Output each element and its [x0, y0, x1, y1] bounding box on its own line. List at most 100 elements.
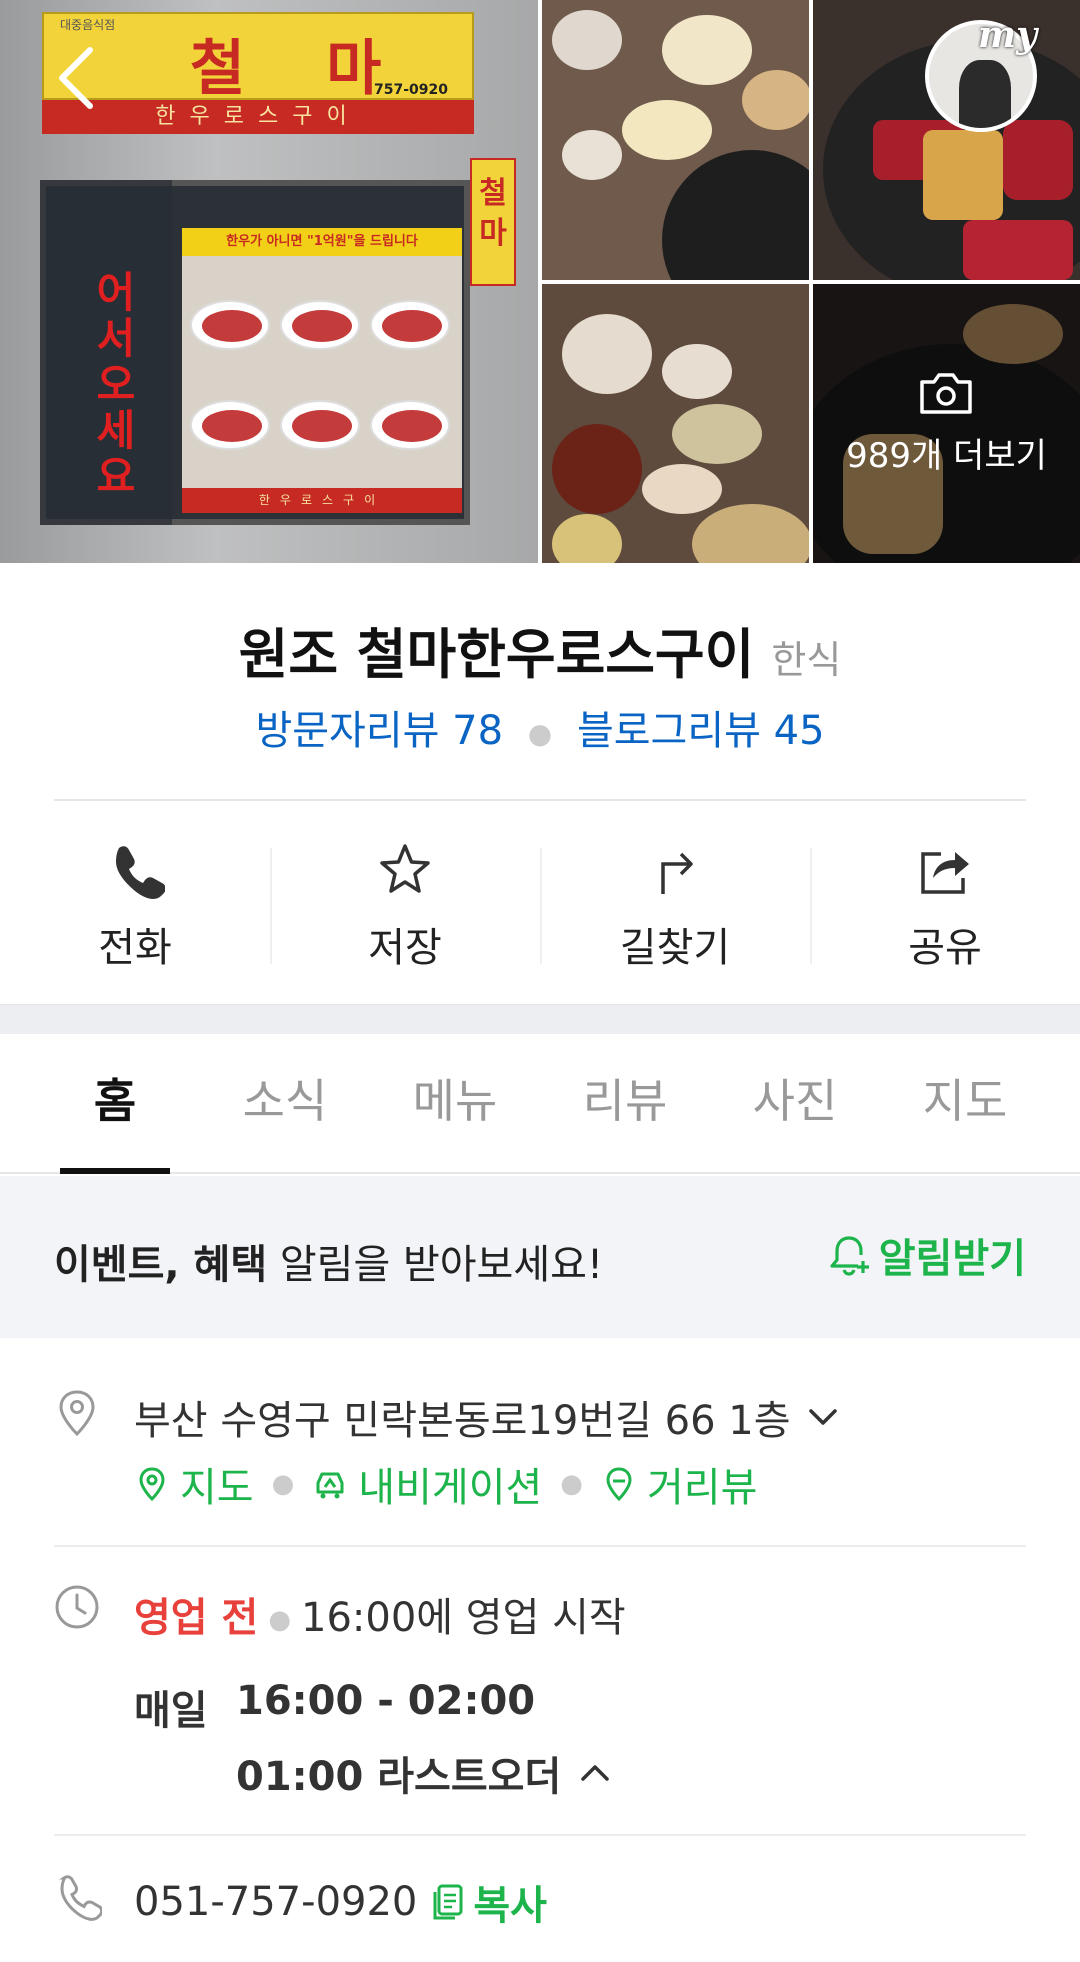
storefront-side-sign: 철마 — [470, 158, 516, 286]
address-row[interactable]: 부산 수영구 민락본동로19번길 66 1층 — [134, 1388, 841, 1446]
share-button[interactable]: 공유 — [810, 802, 1080, 1004]
street-view-icon — [606, 1467, 632, 1502]
phone-icon — [116, 846, 165, 899]
meat-plate — [280, 300, 360, 350]
bell-plus-icon — [830, 1236, 869, 1276]
side-dish — [562, 130, 622, 180]
save-button[interactable]: 저장 — [270, 802, 540, 1004]
directions-icon — [661, 852, 693, 894]
storefront-vertical-sign: 어서오세요 — [96, 268, 136, 501]
street-view-link[interactable]: 거리뷰 — [647, 1455, 757, 1513]
place-category: 한식 — [771, 638, 842, 682]
storefront-sign-sub: 한우로스구이 — [42, 100, 474, 134]
avatar-silhouette — [959, 60, 1011, 128]
camera-icon — [920, 373, 972, 414]
navigation-icon — [316, 1472, 344, 1499]
address-text: 부산 수영구 민락본동로19번길 66 1층 — [134, 1398, 791, 1444]
side-dish — [692, 504, 809, 563]
subscribe-label: 알림받기 — [878, 1236, 1026, 1282]
tab-reviews[interactable]: 리뷰 — [540, 1034, 710, 1172]
tab-news[interactable]: 소식 — [200, 1034, 370, 1172]
separator-dot: ● — [560, 1469, 583, 1499]
map-pin-icon — [139, 1467, 165, 1502]
side-dish — [552, 514, 622, 563]
grill-plate — [662, 150, 809, 280]
back-icon[interactable] — [52, 44, 102, 112]
storefront-sign-tel: 757-0920 — [374, 82, 448, 98]
more-photos-label[interactable]: 989개 더보기 — [813, 428, 1080, 477]
action-bar: 전화 저장 길찾기 공유 — [0, 802, 1080, 1004]
food-photo[interactable] — [542, 284, 809, 563]
chevron-down-icon[interactable] — [805, 1399, 841, 1435]
location-pin-icon — [59, 1390, 95, 1437]
side-dish — [562, 314, 652, 394]
storefront-poster-banner: 한우가 아니면 "1억원"을 드립니다 — [182, 228, 462, 256]
banner-rest-text: 알림을 받아보세요! — [267, 1242, 603, 1288]
directions-label: 길찾기 — [619, 925, 731, 971]
directions-button[interactable]: 길찾기 — [540, 802, 810, 1004]
grilled-meat — [923, 130, 1003, 220]
chevron-up-icon[interactable] — [577, 1755, 613, 1791]
section-gap — [0, 1004, 1080, 1034]
storefront-poster-footer: 한우로스구이 — [182, 488, 462, 513]
phone-row: 051-757-0920 복사 — [134, 1873, 547, 1931]
navigation-link[interactable]: 내비게이션 — [358, 1455, 542, 1513]
call-label: 전화 — [98, 925, 172, 971]
separator-dot: ● — [268, 1605, 292, 1635]
divider — [54, 799, 1026, 801]
status-badge: 영업 전 — [134, 1595, 259, 1641]
food-photo[interactable]: my — [813, 0, 1080, 280]
tab-menu[interactable]: 메뉴 — [370, 1034, 540, 1172]
side-dish — [552, 424, 642, 514]
map-link[interactable]: 지도 — [180, 1455, 254, 1513]
side-dish — [552, 10, 622, 70]
side-dish — [672, 404, 762, 464]
side-dish — [642, 464, 722, 514]
meat-plate — [280, 400, 360, 450]
banner-text: 이벤트, 혜택 알림을 받아보세요! — [54, 1232, 603, 1290]
phone-number[interactable]: 051-757-0920 — [134, 1879, 417, 1925]
subscribe-button[interactable]: 알림받기 — [827, 1226, 1026, 1284]
storefront-poster — [182, 228, 462, 513]
separator-dot: ● — [271, 1469, 295, 1499]
opening-time-text: 16:00에 영업 시작 — [301, 1595, 626, 1641]
business-status: 영업 전 ● 16:00에 영업 시작 — [134, 1585, 626, 1643]
side-dish — [742, 70, 809, 130]
divider — [54, 1834, 1026, 1836]
share-label: 공유 — [908, 925, 982, 971]
call-button[interactable]: 전화 — [0, 802, 270, 1004]
clock-icon — [55, 1585, 99, 1629]
storefront-sign-small: 대중음식점 — [60, 18, 116, 32]
visitor-reviews-link[interactable]: 방문자리뷰 78 — [255, 708, 503, 754]
photo-gallery[interactable]: 대중음식점 철 마 757-0920 한우로스구이 어서오세요 한우가 아니면 … — [0, 0, 1080, 563]
meat-plate — [370, 400, 450, 450]
more-photos-overlay[interactable] — [813, 284, 1080, 563]
place-header: 원조 철마한우로스구이 한식 — [0, 610, 1080, 689]
side-dish — [662, 15, 752, 85]
location-links: 지도 ● 내비게이션 ● 거리뷰 — [134, 1455, 757, 1513]
place-title: 원조 철마한우로스구이 — [238, 623, 755, 686]
side-dish — [622, 100, 712, 160]
share-icon — [921, 852, 969, 894]
meat-plate — [370, 300, 450, 350]
banner-bold-text: 이벤트, 혜택 — [54, 1242, 268, 1288]
tab-bar: 홈 소식 메뉴 리뷰 사진 지도 — [0, 1034, 1080, 1174]
copy-button[interactable]: 복사 — [431, 1873, 547, 1931]
last-order-row[interactable]: 01:00 라스트오더 — [236, 1744, 613, 1802]
separator-dot: ● — [527, 716, 553, 750]
tab-map[interactable]: 지도 — [880, 1034, 1050, 1172]
last-order-text: 01:00 라스트오더 — [236, 1754, 562, 1800]
blog-reviews-link[interactable]: 블로그리뷰 45 — [577, 708, 825, 754]
tab-photos[interactable]: 사진 — [710, 1034, 880, 1172]
tab-home[interactable]: 홈 — [30, 1034, 200, 1174]
save-label: 저장 — [368, 925, 442, 971]
star-icon — [380, 844, 430, 893]
phone-icon — [59, 1875, 102, 1921]
beef-slice — [963, 220, 1073, 280]
side-dish — [662, 344, 732, 399]
hours-time: 16:00 - 02:00 — [236, 1678, 536, 1724]
meat-plate — [190, 400, 270, 450]
copy-icon — [433, 1884, 463, 1920]
food-photo[interactable] — [542, 0, 809, 280]
hours-day: 매일 — [134, 1688, 208, 1734]
